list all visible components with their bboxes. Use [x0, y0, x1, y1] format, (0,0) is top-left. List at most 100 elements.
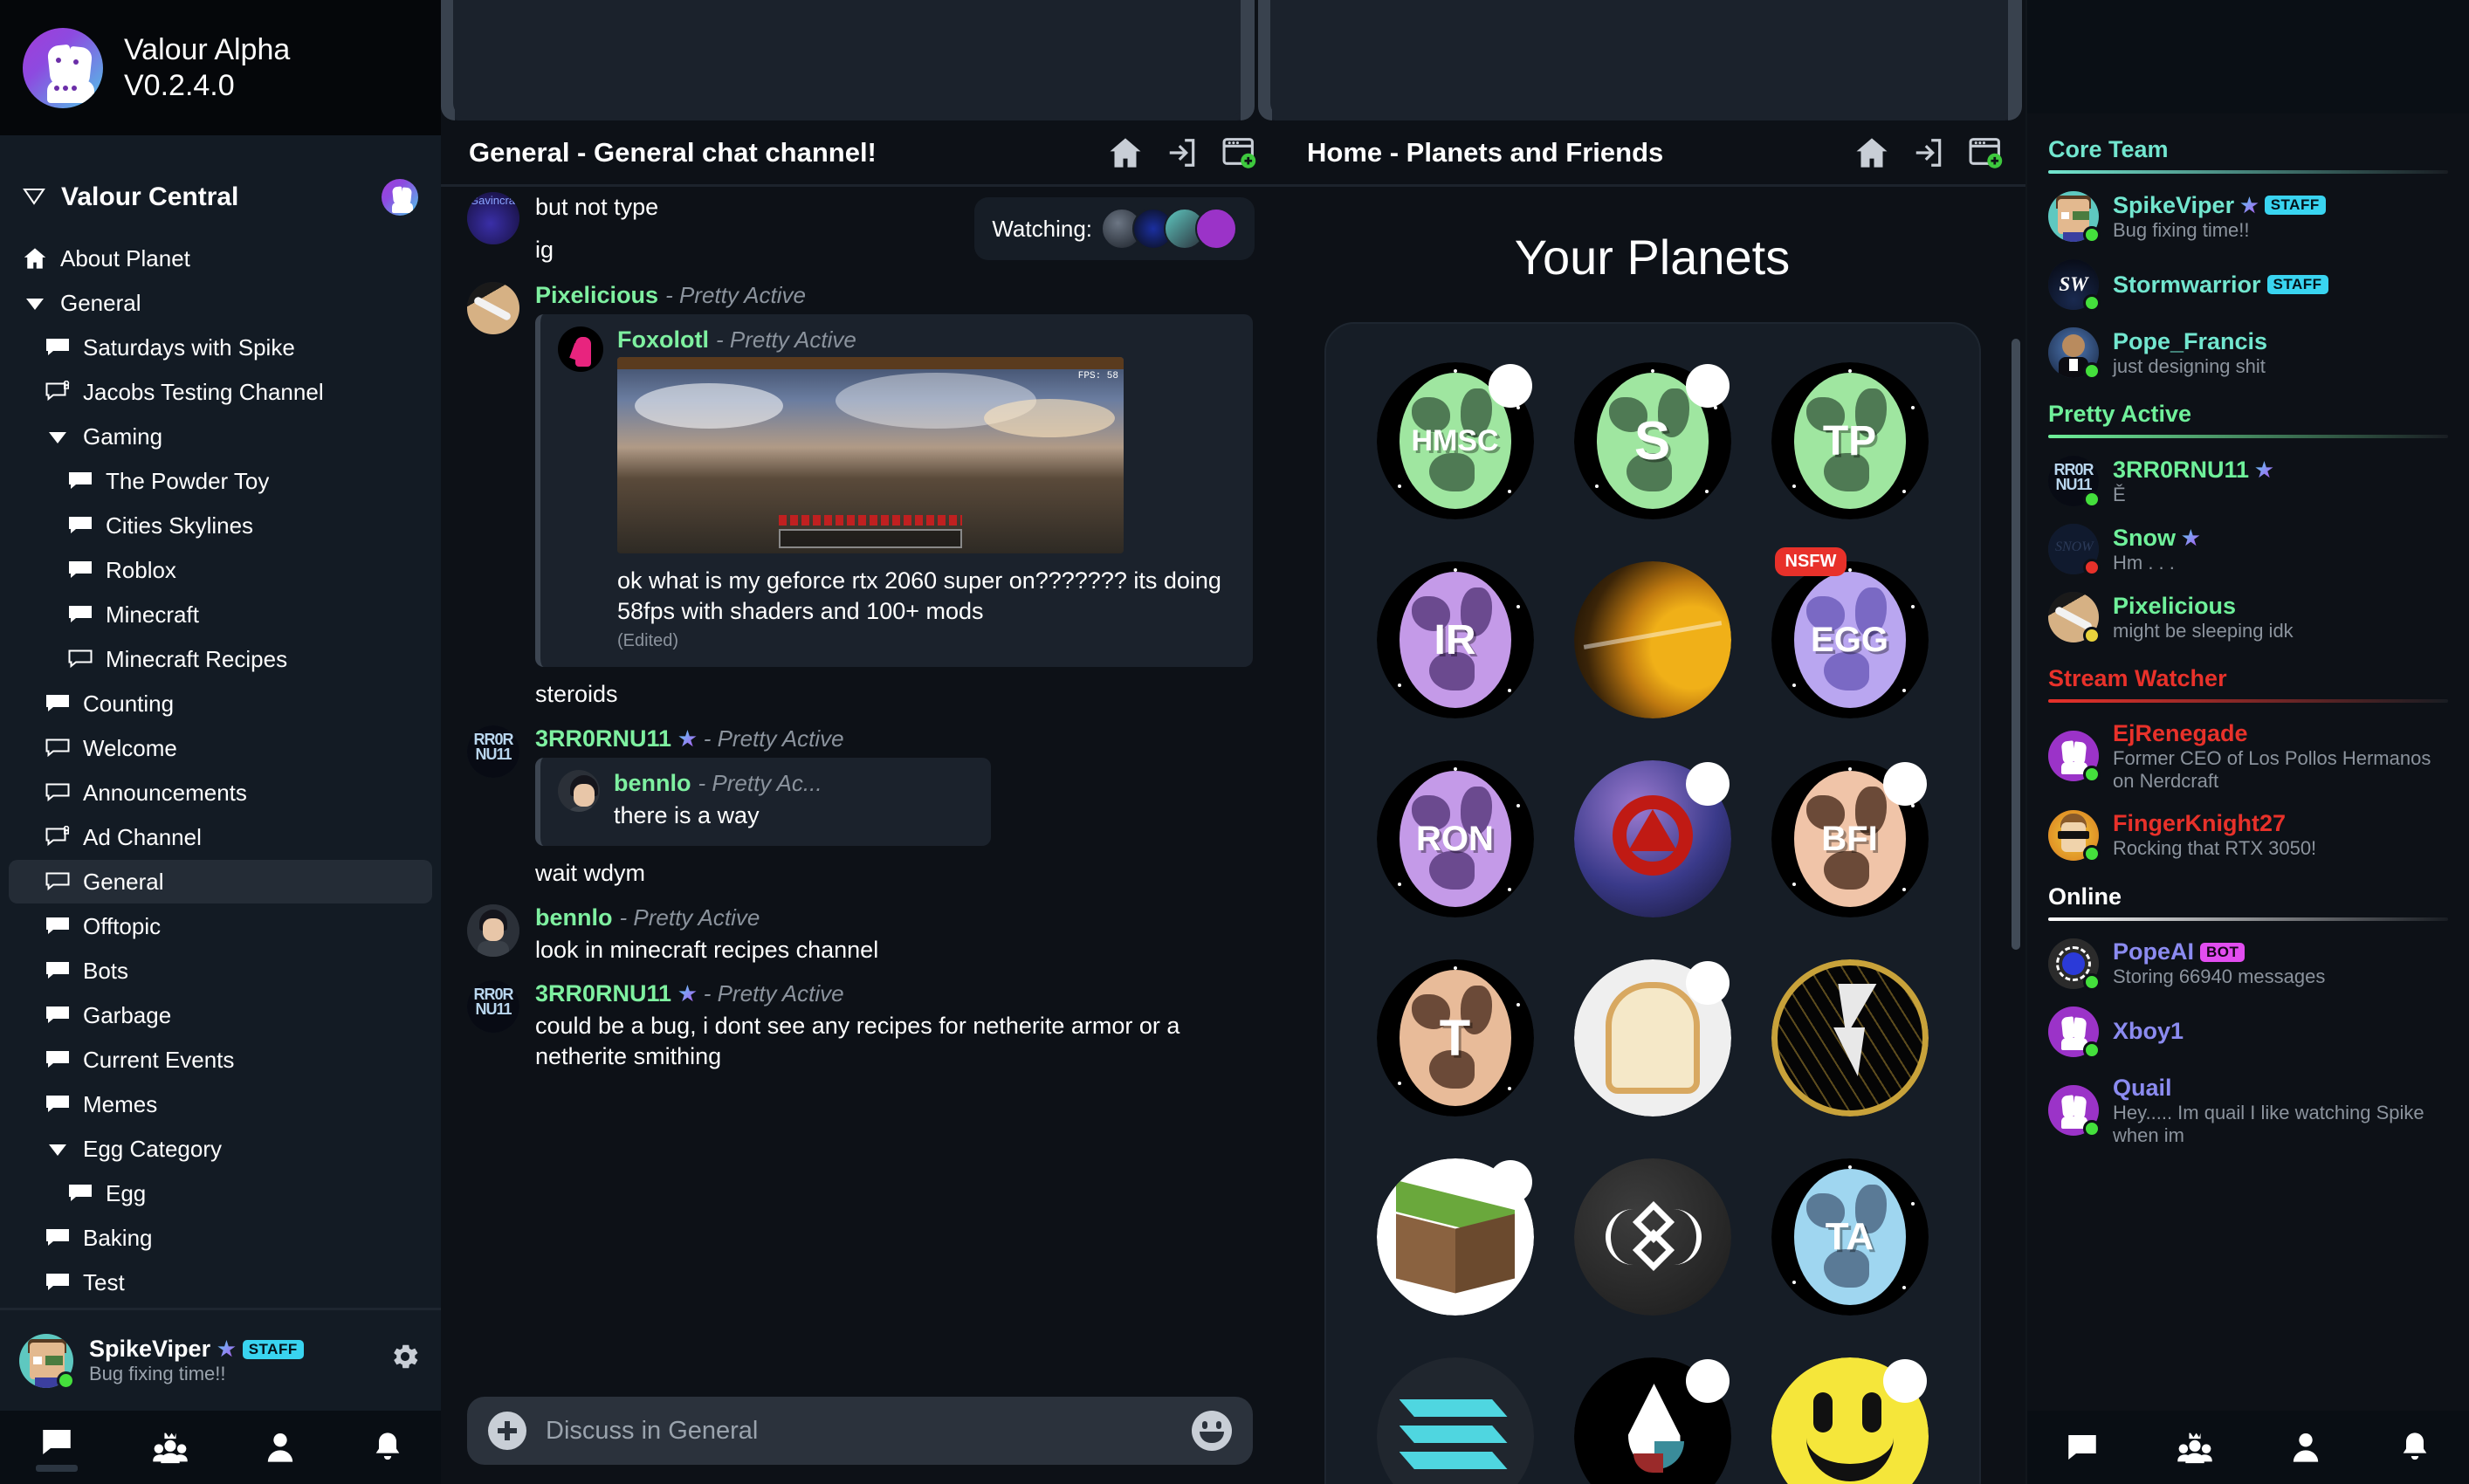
member-item[interactable]: Xboy1 [2048, 1006, 2448, 1059]
home-scrollbar[interactable] [2012, 339, 2020, 950]
home-icon[interactable] [1854, 135, 1889, 170]
message-author[interactable]: Foxolotl - Pretty Active [617, 326, 1235, 354]
sidebar-item-the-powder-toy[interactable]: The Powder Toy [9, 459, 432, 503]
sidebar-item-roblox[interactable]: Roblox [9, 548, 432, 592]
sidebar-item-baking[interactable]: Baking [9, 1216, 432, 1260]
avatar[interactable]: RR0R NU11 [2048, 456, 2101, 508]
sidebar-item-general[interactable]: General [9, 281, 432, 325]
message-composer[interactable]: Discuss in General [467, 1397, 1253, 1465]
sidebar-item-cities-skylines[interactable]: Cities Skylines [9, 504, 432, 547]
avatar[interactable] [467, 282, 519, 335]
avatar[interactable]: SNOW [2048, 524, 2101, 576]
sidebar-item-garbage[interactable]: Garbage [9, 993, 432, 1037]
avatar[interactable]: RR0R NU11 [467, 725, 519, 778]
right-bottom-nav[interactable] [2027, 1411, 2469, 1484]
sidebar-item-bots[interactable]: Bots [9, 949, 432, 993]
sidebar-item-ad-channel[interactable]: Ad Channel [9, 815, 432, 859]
planet-item-ron[interactable]: RON [1376, 760, 1534, 917]
sidebar-item-minecraft[interactable]: Minecraft [9, 593, 432, 636]
avatar[interactable] [19, 1333, 75, 1390]
message-author[interactable]: 3RR0RNU11 ★ - Pretty Active [535, 725, 1253, 752]
planet-item-t[interactable]: T [1376, 959, 1534, 1116]
emoji-icon[interactable] [1192, 1411, 1232, 1451]
member-item[interactable]: RR0R NU11 3RR0RNU11 ★ Ě [2048, 456, 2448, 508]
avatar[interactable]: RR0R NU11 [467, 980, 519, 1034]
sign-in-icon[interactable] [1166, 136, 1199, 169]
message[interactable]: Pixelicious - Pretty Active Foxolotl - Pret… [467, 282, 1253, 710]
sidebar-item-general[interactable]: General [9, 860, 432, 903]
planet-item-bfi[interactable]: BFI [1771, 760, 1929, 917]
avatar[interactable] [2048, 1006, 2101, 1059]
avatar[interactable] [467, 903, 519, 957]
avatar[interactable]: Gavincraft1 [467, 192, 519, 244]
sidebar-item-jacobs-testing-channel[interactable]: Jacobs Testing Channel [9, 370, 432, 414]
planet-item[interactable] [1573, 1357, 1731, 1484]
planet-item[interactable] [1771, 959, 1929, 1116]
sidebar-item-welcome[interactable]: Welcome [9, 726, 432, 770]
planet-item[interactable] [1376, 1158, 1534, 1316]
sidebar-item-current-events[interactable]: Current Events [9, 1038, 432, 1082]
avatar[interactable] [558, 769, 600, 812]
planet-item[interactable] [1376, 1357, 1534, 1484]
planet-item-ta[interactable]: TA [1771, 1158, 1929, 1316]
message-author[interactable]: bennlo - Pretty Ac... [614, 770, 973, 797]
member-item[interactable]: SpikeViper ★ STAFF Bug fixing time!! [2048, 191, 2448, 244]
planet-item-ir[interactable]: IR [1376, 561, 1534, 718]
message-author[interactable]: 3RR0RNU11 ★ - Pretty Active [535, 980, 1253, 1007]
sidebar-item-test[interactable]: Test [9, 1261, 432, 1304]
attached-image[interactable]: FPS: 58 [617, 357, 1124, 554]
nav-chat[interactable] [36, 1424, 79, 1472]
nav-members[interactable] [150, 1429, 190, 1466]
planet-item[interactable] [1573, 959, 1731, 1116]
quoted-message[interactable]: Foxolotl - Pretty Active FPS: 58 ok what is… [535, 314, 1253, 668]
sidebar-item-offtopic[interactable]: Offtopic [9, 904, 432, 948]
nav-chat[interactable] [2064, 1429, 2101, 1466]
message[interactable]: RR0R NU11 3RR0RNU11 ★ - Pretty Active could b… [467, 980, 1253, 1071]
member-item[interactable]: SW Stormwarrior STAFF [2048, 259, 2448, 312]
new-window-icon[interactable] [1221, 135, 1256, 170]
planet-header[interactable]: Valour Central [0, 165, 441, 230]
planet-item[interactable] [1573, 760, 1731, 917]
sidebar-item-egg[interactable]: Egg [9, 1171, 432, 1215]
planet-item[interactable] [1573, 561, 1731, 718]
sidebar-item-gaming[interactable]: Gaming [9, 415, 432, 458]
member-item[interactable]: EjRenegade Former CEO of Los Pollos Herma… [2048, 720, 2448, 793]
window-tab-home[interactable] [1258, 0, 2022, 120]
sidebar-item-egg-category[interactable]: Egg Category [9, 1127, 432, 1171]
channel-list[interactable]: About Planet General Saturdays with Spike J… [0, 230, 441, 1308]
sidebar-item-about-planet[interactable]: About Planet [9, 237, 432, 280]
home-content[interactable]: Your Planets HMSC S TP IR EGG NSFW RON BFI T TA [1279, 187, 2025, 1484]
message[interactable]: bennlo - Pretty Active look in minecraft r… [467, 903, 1253, 965]
member-item[interactable]: SNOW Snow ★ Hm . . . [2048, 524, 2448, 576]
nav-profile[interactable] [263, 1429, 298, 1466]
avatar[interactable] [558, 326, 603, 373]
left-bottom-nav[interactable] [0, 1411, 441, 1484]
window-tab-chat[interactable] [441, 0, 1255, 120]
planet-grid[interactable]: HMSC S TP IR EGG NSFW RON BFI T TA [1324, 322, 1981, 1484]
nav-profile[interactable] [2288, 1429, 2323, 1466]
planet-item-tp[interactable]: TP [1771, 362, 1929, 519]
planet-item[interactable] [1771, 1357, 1929, 1484]
planet-item-hmsc[interactable]: HMSC [1376, 362, 1534, 519]
nav-notifications[interactable] [2397, 1429, 2432, 1466]
member-item[interactable]: Pope_Francis just designing shit [2048, 327, 2448, 380]
message-author[interactable]: bennlo - Pretty Active [535, 904, 1253, 931]
member-item[interactable]: Quail Hey..... Im quail I like watching S… [2048, 1075, 2448, 1147]
member-item[interactable]: FingerKnight27 Rocking that RTX 3050! [2048, 809, 2448, 862]
planet-avatar[interactable] [382, 179, 418, 216]
chat-message-list[interactable]: Watching: Gavincraft1but not typeigPixel… [441, 187, 1279, 1381]
avatar[interactable] [2048, 1085, 2101, 1138]
sidebar-item-counting[interactable]: Counting [9, 682, 432, 725]
avatar[interactable] [2048, 809, 2101, 862]
message[interactable]: RR0R NU11 3RR0RNU11 ★ - Pretty Active bennlo -… [467, 725, 1253, 889]
quoted-message[interactable]: bennlo - Pretty Ac... there is a way [535, 757, 991, 847]
sidebar-item-memes[interactable]: Memes [9, 1082, 432, 1126]
watching-badge[interactable]: Watching: [974, 197, 1255, 260]
current-user-bar[interactable]: SpikeViper ★ STAFF Bug fixing time!! [0, 1308, 441, 1411]
planet-item-s[interactable]: S [1573, 362, 1731, 519]
avatar[interactable]: SW [2048, 259, 2101, 312]
member-item[interactable]: Pixelicious might be sleeping idk [2048, 592, 2448, 644]
home-icon[interactable] [1108, 135, 1143, 170]
gear-icon[interactable] [389, 1340, 422, 1381]
sidebar-item-announcements[interactable]: Announcements [9, 771, 432, 814]
